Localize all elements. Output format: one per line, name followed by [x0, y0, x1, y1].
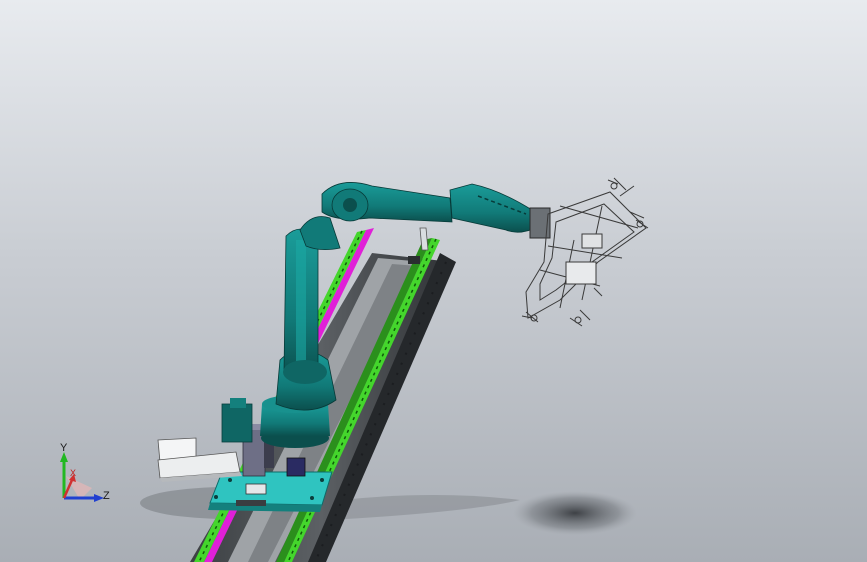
cable-housing[interactable] [157, 437, 242, 482]
triad-y-label: Y [60, 442, 68, 454]
triad-z-label: Z [103, 490, 110, 502]
3d-viewport[interactable]: Y X Z [0, 0, 867, 562]
triad-x-label: X [70, 468, 77, 478]
carriage-base-plate[interactable] [208, 471, 333, 512]
coordinate-triad[interactable] [60, 452, 104, 502]
gripper-end-effector[interactable] [521, 177, 649, 327]
robot-model-scene[interactable] [0, 0, 867, 562]
robot-upper-arm[interactable] [321, 182, 541, 233]
